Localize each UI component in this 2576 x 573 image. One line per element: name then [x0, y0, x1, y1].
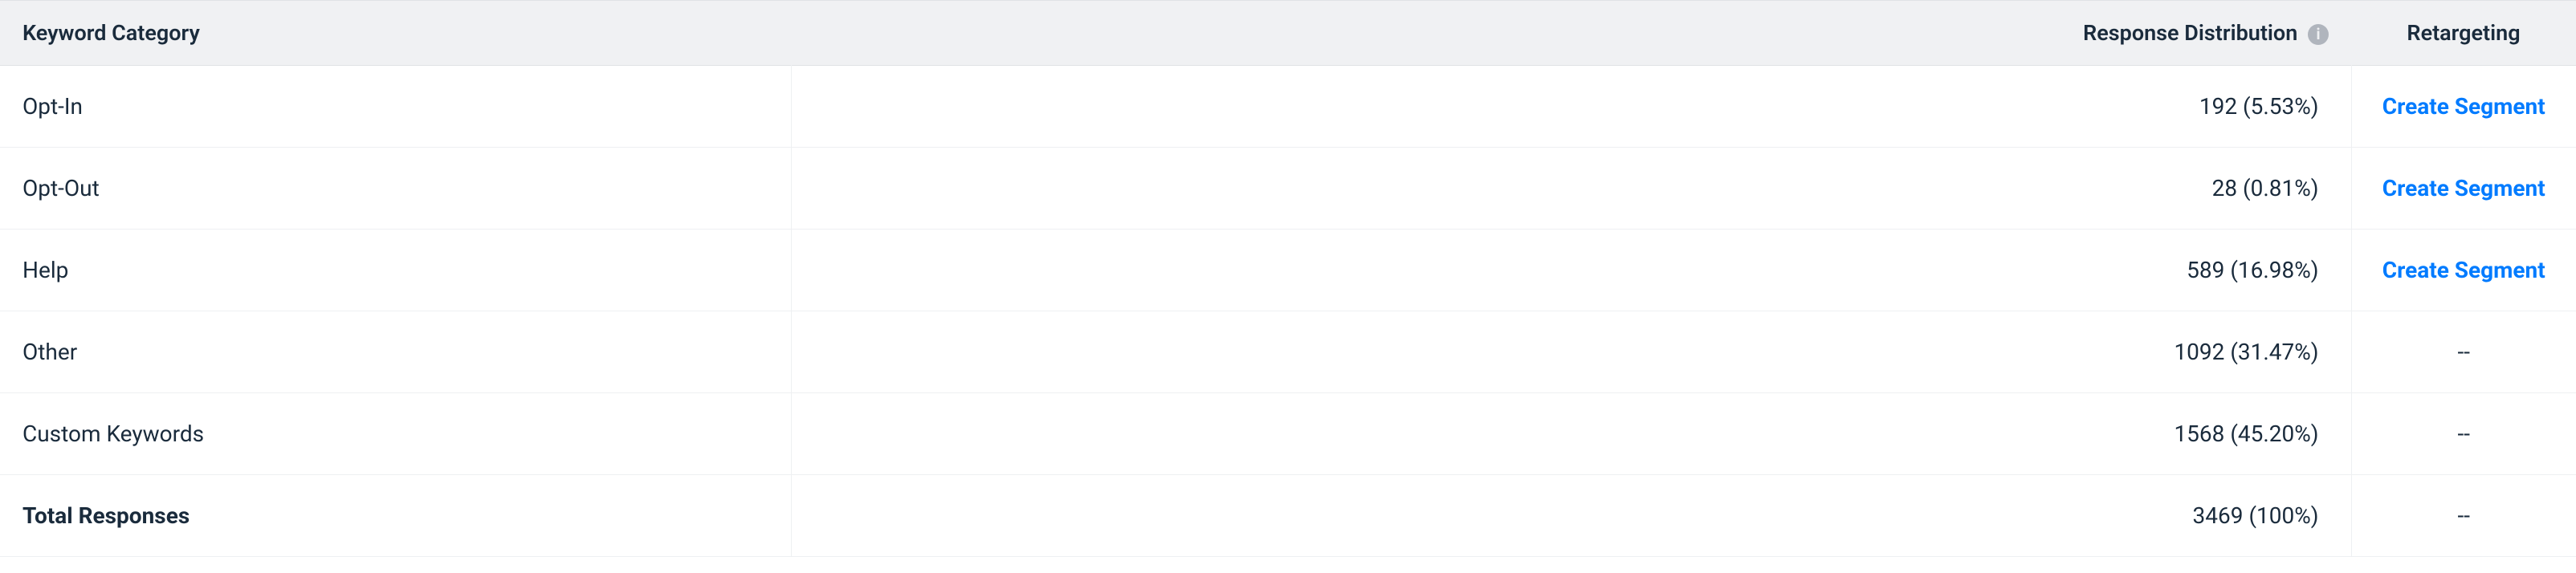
retargeting-dash: --	[2458, 339, 2470, 365]
category-cell: Opt-In	[0, 66, 791, 148]
table-row: Custom Keywords1568 (45.20%) --	[0, 393, 2576, 475]
distribution-cell: 28 (0.81%)	[791, 148, 2351, 230]
create-segment-link[interactable]: Create Segment	[2382, 93, 2545, 120]
retargeting-cell: Create Segment	[2351, 230, 2576, 311]
header-keyword-category: Keyword Category	[0, 1, 791, 66]
distribution-cell: 1092 (31.47%)	[791, 311, 2351, 393]
header-distribution-label: Response Distribution	[2083, 20, 2297, 46]
distribution-cell: 1568 (45.20%)	[791, 393, 2351, 475]
create-segment-link[interactable]: Create Segment	[2382, 175, 2545, 201]
header-retargeting: Retargeting	[2351, 1, 2576, 66]
create-segment-link[interactable]: Create Segment	[2382, 257, 2545, 283]
distribution-cell: 192 (5.53%)	[791, 66, 2351, 148]
category-cell: Other	[0, 311, 791, 393]
retargeting-dash: --	[2458, 502, 2470, 529]
retargeting-cell: Create Segment	[2351, 148, 2576, 230]
category-cell: Opt-Out	[0, 148, 791, 230]
category-cell: Custom Keywords	[0, 393, 791, 475]
retargeting-dash: --	[2458, 421, 2470, 447]
retargeting-cell: --	[2351, 393, 2576, 475]
table-row: Help589 (16.98%) Create Segment	[0, 230, 2576, 311]
keyword-category-table: Keyword Category Response Distribution i…	[0, 0, 2576, 557]
distribution-cell: 589 (16.98%)	[791, 230, 2351, 311]
total-label-cell: Total Responses	[0, 475, 791, 557]
table-header-row: Keyword Category Response Distribution i…	[0, 1, 2576, 66]
info-icon[interactable]: i	[2308, 24, 2329, 45]
table-row: Opt-Out28 (0.81%) Create Segment	[0, 148, 2576, 230]
retargeting-cell: Create Segment	[2351, 66, 2576, 148]
table-row: Other1092 (31.47%) --	[0, 311, 2576, 393]
table-row: Opt-In192 (5.53%) Create Segment	[0, 66, 2576, 148]
total-retargeting-cell: --	[2351, 475, 2576, 557]
retargeting-cell: --	[2351, 311, 2576, 393]
header-response-distribution: Response Distribution i	[791, 1, 2351, 66]
total-distribution-cell: 3469 (100%)	[791, 475, 2351, 557]
category-cell: Help	[0, 230, 791, 311]
total-row: Total Responses3469 (100%) --	[0, 475, 2576, 557]
